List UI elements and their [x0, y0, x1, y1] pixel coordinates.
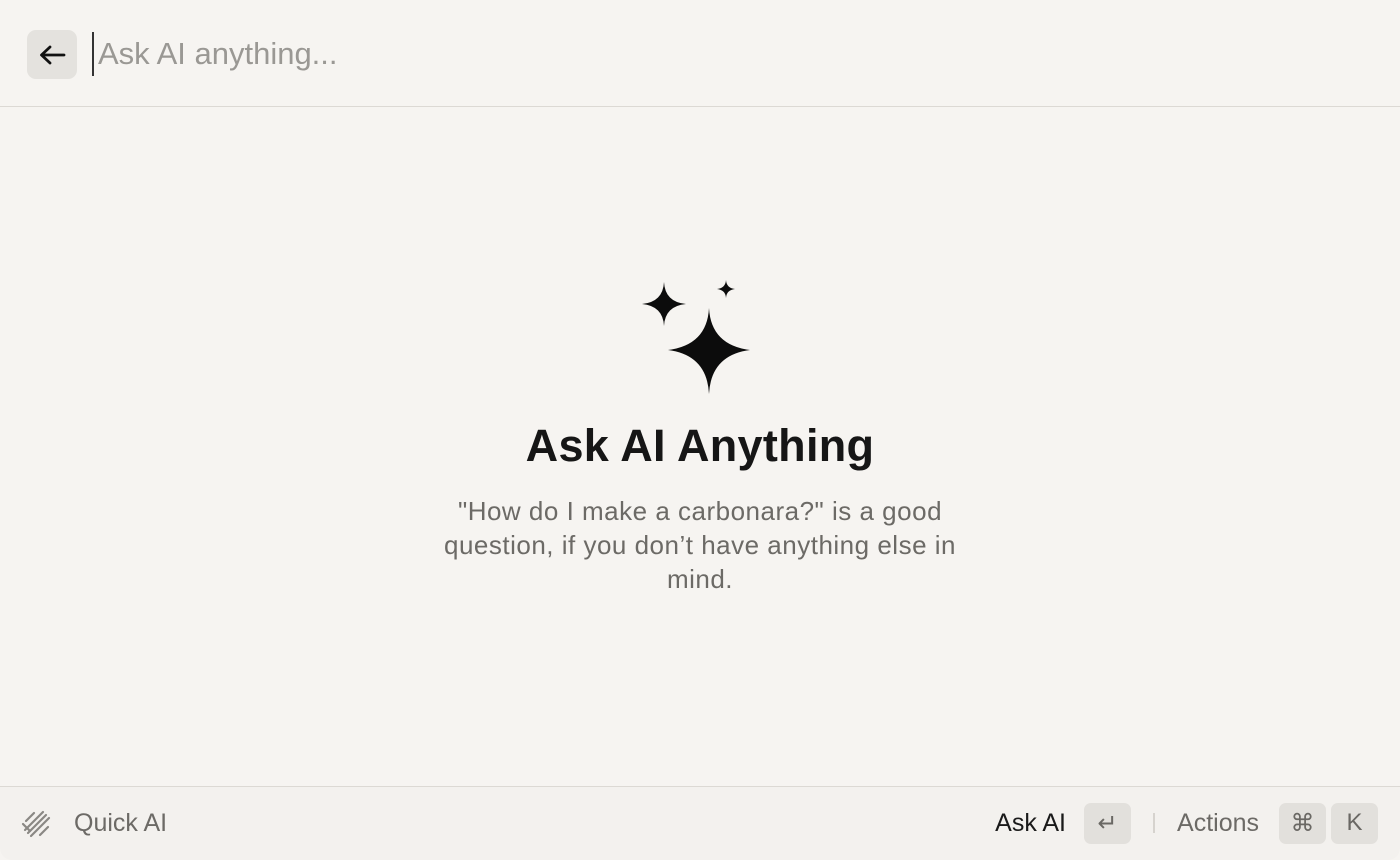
- footer-bar: Quick AI Ask AI ↵ Actions ⌘ K: [0, 786, 1400, 860]
- command-key-hint[interactable]: ⌘: [1279, 802, 1326, 844]
- sparkles-icon: [642, 280, 750, 394]
- footer-separator: [1153, 813, 1156, 833]
- back-button[interactable]: [27, 30, 77, 79]
- empty-state-title: Ask AI Anything: [525, 420, 875, 471]
- ai-chat-window: Ask AI Anything "How do I make a carbona…: [0, 0, 1400, 860]
- footer-title: Quick AI: [74, 809, 168, 837]
- quick-ai-icon: [21, 810, 51, 838]
- footer-actions: Ask AI ↵ Actions ⌘ K: [995, 802, 1378, 844]
- enter-key-hint[interactable]: ↵: [1084, 802, 1132, 844]
- ask-ai-input[interactable]: [92, 32, 1372, 76]
- arrow-left-icon: [40, 45, 66, 64]
- empty-state-subtitle: "How do I make a carbonara?" is a good q…: [443, 496, 956, 594]
- actions-button[interactable]: Actions: [1177, 809, 1259, 838]
- search-header: [0, 0, 1400, 107]
- empty-state: Ask AI Anything "How do I make a carbona…: [0, 280, 1400, 596]
- ask-ai-action[interactable]: Ask AI: [995, 809, 1066, 838]
- k-key-hint[interactable]: K: [1331, 802, 1378, 844]
